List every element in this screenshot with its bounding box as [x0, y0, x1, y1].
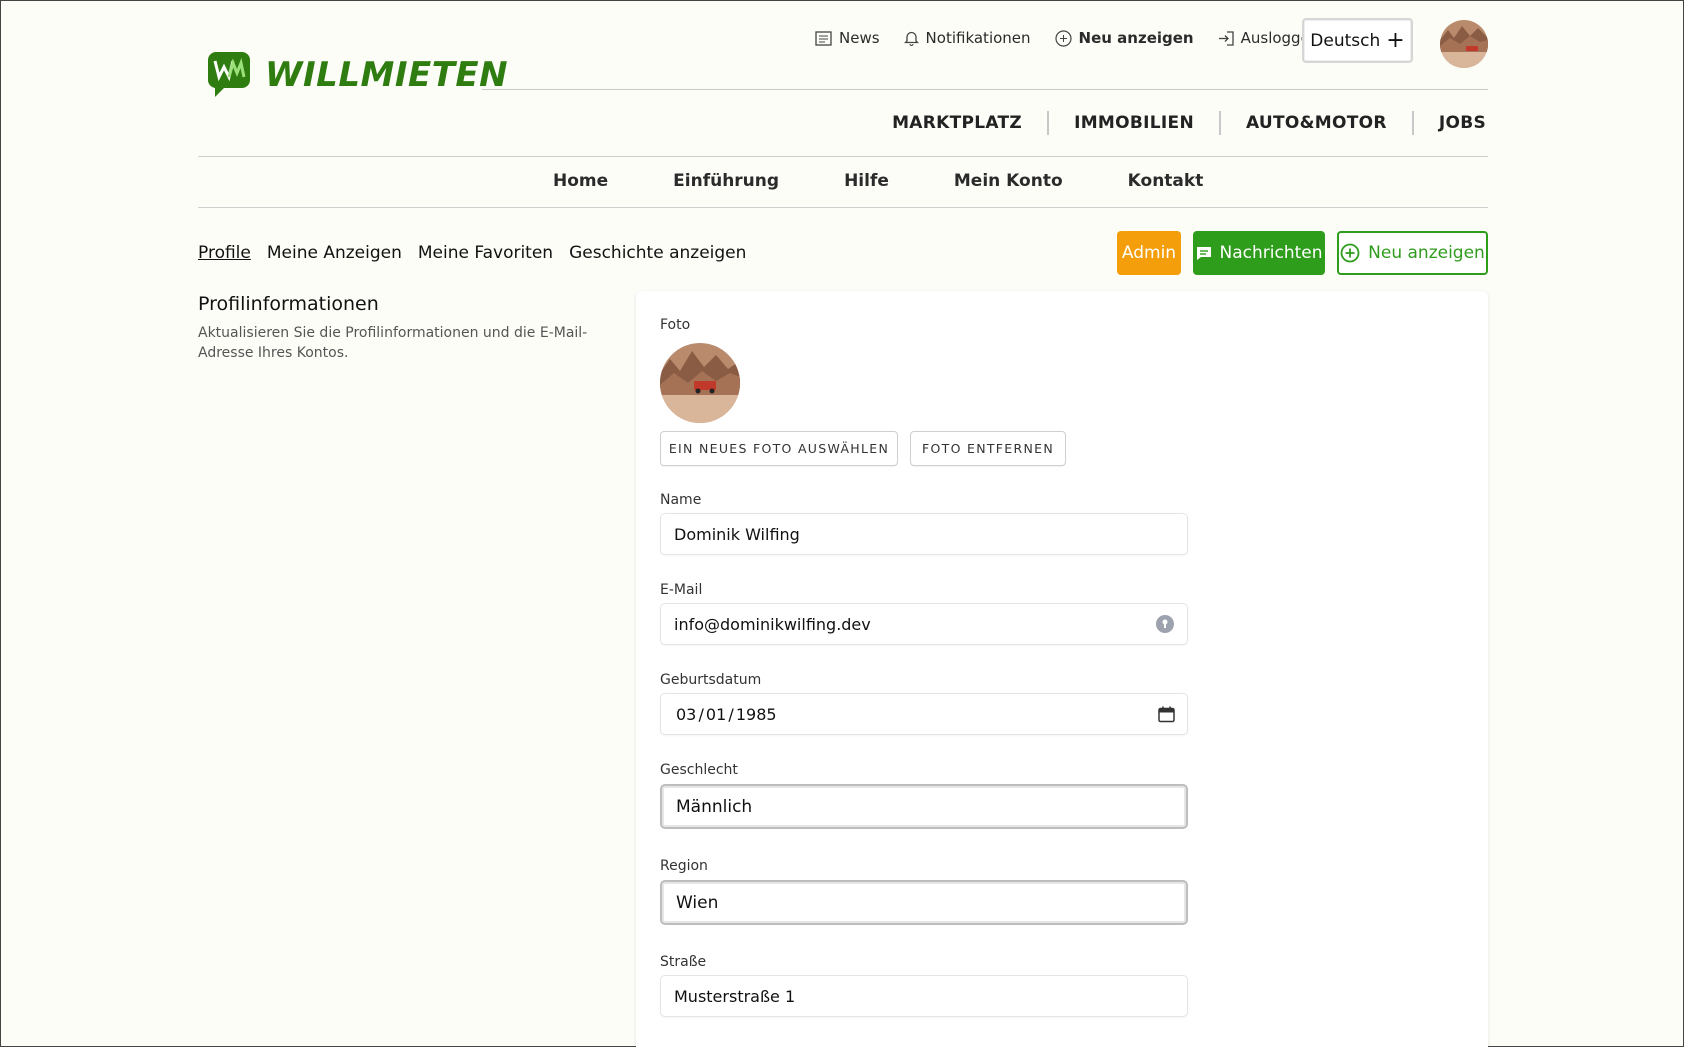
street-label: Straße	[660, 954, 707, 970]
utility-nav: News Notifikationen Neu anzeigen Auslogg…	[815, 29, 1343, 47]
tab-geschichte-anzeigen[interactable]: Geschichte anzeigen	[569, 243, 746, 263]
category-jobs[interactable]: JOBS	[1439, 113, 1486, 133]
new-ad-label: Neu anzeigen	[1368, 243, 1485, 263]
notifications-label: Notifikationen	[925, 29, 1031, 47]
category-nav: MARKTPLATZ IMMOBILIEN AUTO&MOTOR JOBS	[892, 111, 1486, 135]
brand-name: WILLMIETEN	[265, 55, 509, 95]
choose-photo-button[interactable]: EIN NEUES FOTO AUSWÄHLEN	[660, 431, 898, 466]
logo-mark-icon	[208, 52, 250, 97]
tab-meine-anzeigen[interactable]: Meine Anzeigen	[267, 243, 402, 263]
profile-photo-image	[660, 343, 740, 423]
nav-einfuehrung[interactable]: Einführung	[673, 171, 779, 191]
category-auto-motor[interactable]: AUTO&MOTOR	[1246, 113, 1387, 133]
name-input[interactable]: Dominik Wilfing	[660, 513, 1188, 555]
nav-home[interactable]: Home	[553, 171, 608, 191]
gender-value: Männlich	[676, 796, 753, 817]
nav-kontakt[interactable]: Kontakt	[1128, 171, 1204, 191]
email-value: info@dominikwilfing.dev	[674, 614, 871, 634]
street-value: Musterstraße 1	[674, 986, 796, 1006]
name-label: Name	[660, 492, 702, 508]
newspaper-icon	[815, 30, 832, 46]
logout-icon	[1218, 30, 1234, 46]
profile-form-card	[636, 291, 1488, 1047]
new-ad-button[interactable]: Neu anzeigen	[1337, 231, 1488, 275]
plus-circle-icon	[1054, 29, 1072, 47]
street-input[interactable]: Musterstraße 1	[660, 975, 1188, 1017]
brand-logo[interactable]: WILLMIETEN	[207, 51, 508, 99]
remove-photo-button[interactable]: FOTO ENTFERNEN	[910, 431, 1066, 466]
calendar-icon[interactable]	[1158, 706, 1175, 723]
birthdate-value: 03 / 01 / 1985	[676, 704, 777, 724]
main-nav: Home Einführung Hilfe Mein Konto Kontakt	[553, 171, 1268, 191]
notifications-link[interactable]: Notifikationen	[903, 29, 1031, 47]
profile-photo	[660, 343, 740, 423]
chat-icon	[1196, 247, 1211, 260]
gender-select[interactable]: Männlich	[660, 784, 1188, 829]
birthdate-input[interactable]: 03 / 01 / 1985	[660, 693, 1188, 735]
separator	[1047, 111, 1050, 135]
divider	[198, 207, 1488, 208]
language-select[interactable]: Deutsch +	[1302, 18, 1413, 63]
password-manager-icon[interactable]	[1155, 614, 1175, 634]
new-ad-link[interactable]: Neu anzeigen	[1054, 29, 1194, 47]
avatar-image	[1440, 20, 1488, 68]
bell-icon	[903, 31, 919, 46]
news-label: News	[839, 29, 880, 47]
new-ad-label: Neu anzeigen	[1078, 29, 1194, 47]
language-label: Deutsch	[1310, 30, 1381, 51]
section-title: Profilinformationen	[198, 293, 379, 315]
category-immobilien[interactable]: IMMOBILIEN	[1074, 113, 1194, 133]
tab-profile[interactable]: Profile	[198, 243, 251, 263]
tab-meine-favoriten[interactable]: Meine Favoriten	[418, 243, 553, 263]
plus-circle-icon	[1340, 243, 1360, 263]
news-link[interactable]: News	[815, 29, 880, 47]
messages-label: Nachrichten	[1219, 243, 1323, 263]
photo-label: Foto	[660, 317, 691, 333]
section-description: Aktualisieren Sie die Profilinformatione…	[198, 325, 588, 361]
region-value: Wien	[676, 892, 719, 913]
admin-label: Admin	[1121, 243, 1177, 263]
email-input[interactable]: info@dominikwilfing.dev	[660, 603, 1188, 645]
admin-button[interactable]: Admin	[1117, 231, 1181, 275]
email-label: E-Mail	[660, 582, 703, 598]
birthdate-label: Geburtsdatum	[660, 672, 762, 688]
divider	[482, 89, 1488, 90]
separator	[1411, 111, 1414, 135]
separator	[1218, 111, 1221, 135]
user-avatar[interactable]	[1440, 20, 1488, 68]
gender-label: Geschlecht	[660, 762, 738, 778]
account-sub-nav: Profile Meine Anzeigen Meine Favoriten G…	[198, 243, 762, 263]
region-select[interactable]: Wien	[660, 880, 1188, 925]
divider	[198, 156, 1488, 157]
plus-icon: +	[1386, 27, 1405, 53]
nav-hilfe[interactable]: Hilfe	[844, 171, 889, 191]
messages-button[interactable]: Nachrichten	[1193, 231, 1325, 275]
name-value: Dominik Wilfing	[674, 524, 800, 544]
nav-mein-konto[interactable]: Mein Konto	[954, 171, 1063, 191]
region-label: Region	[660, 858, 708, 874]
category-marktplatz[interactable]: MARKTPLATZ	[892, 113, 1022, 133]
